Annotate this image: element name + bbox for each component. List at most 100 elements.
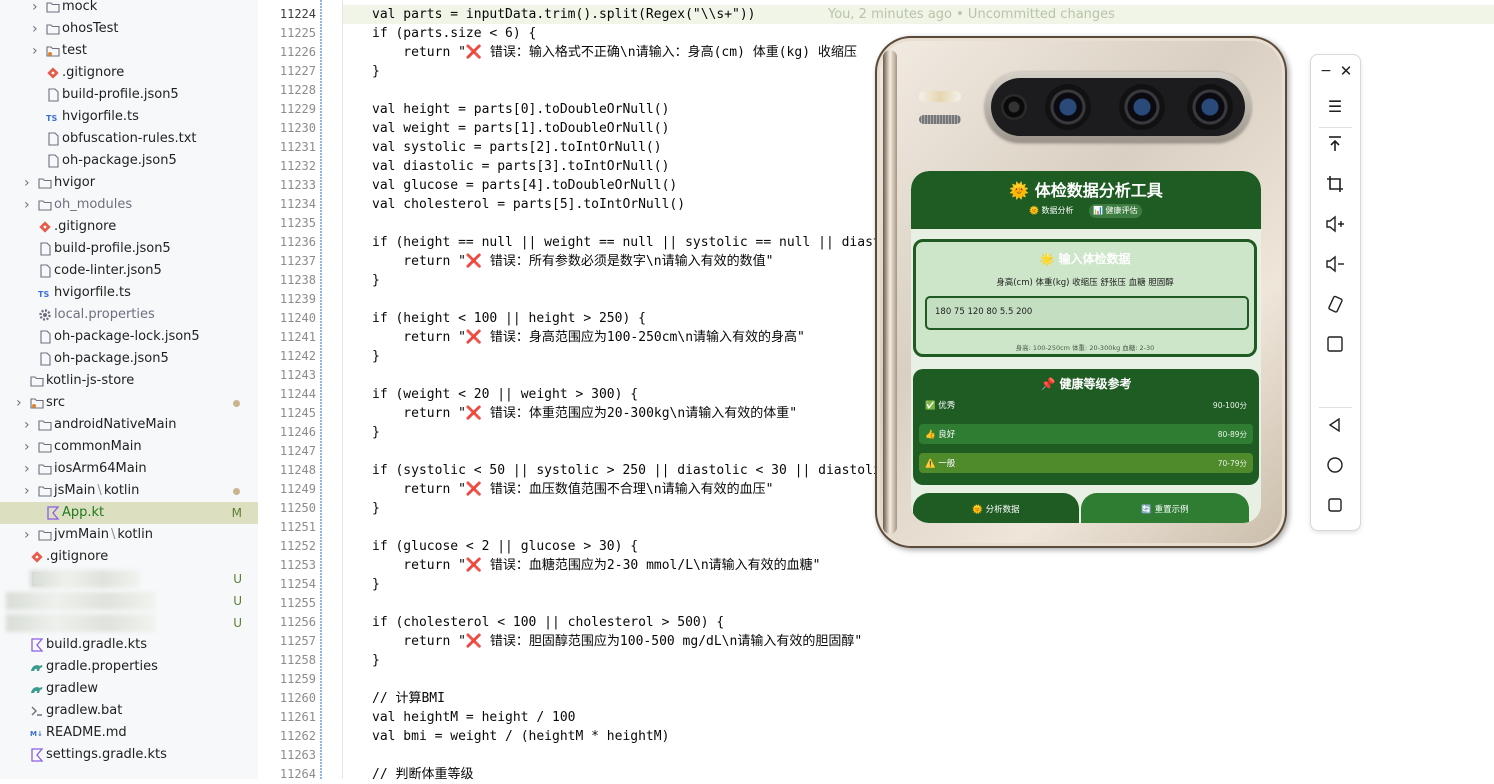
chevron-right-icon[interactable]: › bbox=[24, 414, 30, 436]
tree-item[interactable]: oh-package-lock.json5 bbox=[0, 326, 258, 348]
code-line[interactable]: } bbox=[372, 62, 380, 81]
tree-item[interactable]: › jvmMain \ kotlin bbox=[0, 524, 258, 546]
code-line[interactable]: } bbox=[372, 271, 380, 290]
tree-item[interactable]: › test bbox=[0, 40, 258, 62]
tree-item[interactable]: .gitignore bbox=[0, 216, 258, 238]
tree-item[interactable]: settings.gradle.kts bbox=[0, 744, 258, 766]
code-line[interactable]: } bbox=[372, 347, 380, 366]
fullscreen-icon[interactable] bbox=[1322, 335, 1348, 361]
back-icon[interactable] bbox=[1322, 416, 1348, 442]
code-line[interactable]: val systolic = parts[2].toIntOrNull() bbox=[372, 138, 662, 157]
tree-item[interactable]: kotlin-js-store bbox=[0, 370, 258, 392]
code-line[interactable]: val height = parts[0].toDoubleOrNull() bbox=[372, 100, 669, 119]
tree-item[interactable]: U bbox=[0, 590, 258, 612]
tree-item[interactable]: .gitignore bbox=[0, 546, 258, 568]
tab-data-analysis[interactable]: 🌞 数据分析 bbox=[1025, 204, 1078, 218]
tree-item[interactable]: › ohosTest bbox=[0, 18, 258, 40]
tree-item[interactable]: oh-package.json5 bbox=[0, 150, 258, 172]
folder-test-icon bbox=[46, 44, 60, 58]
tree-item[interactable]: › hvigor bbox=[0, 172, 258, 194]
code-line[interactable]: if (cholesterol < 100 || cholesterol > 5… bbox=[372, 613, 724, 632]
tree-item[interactable]: › iosArm64Main bbox=[0, 458, 258, 480]
code-line[interactable]: return "❌ 错误：胆固醇范围应为100-500 mg/dL\n请输入有效… bbox=[372, 632, 862, 651]
code-line[interactable]: return "❌ 错误：血糖范围应为2-30 mmol/L\n请输入有效的血糖… bbox=[372, 556, 820, 575]
code-line[interactable]: val diastolic = parts[3].toIntOrNull() bbox=[372, 157, 669, 176]
tree-item[interactable]: › oh_modules bbox=[0, 194, 258, 216]
vcs-status-badge: U bbox=[233, 594, 242, 608]
code-line[interactable]: return "❌ 错误：所有参数必须是数字\n请输入有效的数值" bbox=[372, 252, 773, 271]
tree-item[interactable]: › mock bbox=[0, 0, 258, 18]
chevron-right-icon[interactable]: › bbox=[24, 524, 30, 546]
close-icon[interactable]: ✕ bbox=[1333, 58, 1359, 84]
code-line[interactable]: // 计算BMI bbox=[372, 689, 445, 708]
code-line[interactable]: if (weight < 20 || weight > 300) { bbox=[372, 385, 638, 404]
code-line[interactable]: if (parts.size < 6) { bbox=[372, 24, 536, 43]
tree-item[interactable]: build-profile.json5 bbox=[0, 238, 258, 260]
code-line[interactable]: if (height < 100 || height > 250) { bbox=[372, 309, 646, 328]
code-line[interactable]: val bmi = weight / (heightM * heightM) bbox=[372, 727, 669, 746]
file-icon bbox=[38, 352, 52, 366]
code-line[interactable]: return "❌ 错误：血压数值范围不合理\n请输入有效的血压" bbox=[372, 480, 773, 499]
chevron-right-icon[interactable]: › bbox=[24, 436, 30, 458]
tab-health-assessment[interactable]: 📊 健康评估 bbox=[1089, 204, 1142, 218]
volume-up-icon[interactable] bbox=[1322, 215, 1348, 241]
code-line[interactable]: } bbox=[372, 499, 380, 518]
chevron-right-icon[interactable]: › bbox=[32, 40, 38, 62]
tree-item[interactable]: code-linter.json5 bbox=[0, 260, 258, 282]
code-line[interactable]: // 判断体重等级 bbox=[372, 765, 473, 784]
tree-item[interactable]: gradle.properties bbox=[0, 656, 258, 678]
chevron-right-icon[interactable]: › bbox=[32, 18, 38, 40]
code-line[interactable]: val parts = inputData.trim().split(Regex… bbox=[372, 5, 1115, 24]
code-line[interactable]: } bbox=[372, 651, 380, 670]
tree-item-label: gradlew bbox=[46, 681, 99, 696]
home-icon[interactable] bbox=[1322, 456, 1348, 482]
health-data-input[interactable]: 180 75 120 80 5.5 200 bbox=[925, 296, 1249, 330]
code-line[interactable]: val weight = parts[1].toDoubleOrNull() bbox=[372, 119, 669, 138]
volume-down-icon[interactable] bbox=[1322, 255, 1348, 281]
input-card: 🌟 输入体检数据 身高(cm) 体重(kg) 收缩压 舒张压 血糖 胆固醇 18… bbox=[913, 239, 1257, 357]
code-line[interactable]: } bbox=[372, 423, 380, 442]
chevron-right-icon[interactable]: › bbox=[16, 392, 22, 414]
tree-item[interactable]: obfuscation-rules.txt bbox=[0, 128, 258, 150]
code-line[interactable]: } bbox=[372, 575, 380, 594]
code-line[interactable]: val heightM = height / 100 bbox=[372, 708, 576, 727]
chevron-right-icon[interactable]: › bbox=[24, 194, 30, 216]
tree-item[interactable]: oh-package.json5 bbox=[0, 348, 258, 370]
tree-item[interactable]: build-profile.json5 bbox=[0, 84, 258, 106]
reset-example-button[interactable]: 🔄 重置示例 bbox=[1081, 493, 1249, 523]
tree-item[interactable]: local.properties bbox=[0, 304, 258, 326]
menu-icon[interactable]: ☰ bbox=[1322, 94, 1348, 120]
crop-icon[interactable] bbox=[1322, 175, 1348, 201]
code-line[interactable]: val glucose = parts[4].toDoubleOrNull() bbox=[372, 176, 677, 195]
tree-item[interactable]: gradlew bbox=[0, 678, 258, 700]
tree-item[interactable]: › androidNativeMain bbox=[0, 414, 258, 436]
tree-item[interactable]: M↓ README.md bbox=[0, 722, 258, 744]
tree-item[interactable]: › src bbox=[0, 392, 258, 414]
pin-top-icon[interactable] bbox=[1322, 135, 1348, 161]
tree-item[interactable]: U bbox=[0, 612, 258, 634]
code-line[interactable]: return "❌ 错误：输入格式不正确\n请输入：身高(cm) 体重(kg) … bbox=[372, 43, 857, 62]
chevron-right-icon[interactable]: › bbox=[24, 458, 30, 480]
code-line[interactable]: val cholesterol = parts[5].toIntOrNull() bbox=[372, 195, 685, 214]
tree-item[interactable]: App.kt M bbox=[0, 502, 258, 524]
tree-item-label: src bbox=[46, 395, 65, 410]
tree-item[interactable]: U bbox=[0, 568, 258, 590]
code-line[interactable]: if (glucose < 2 || glucose > 30) { bbox=[372, 537, 638, 556]
tree-item[interactable]: gradlew.bat bbox=[0, 700, 258, 722]
file-icon bbox=[38, 242, 52, 256]
recents-icon[interactable] bbox=[1322, 496, 1348, 522]
rotate-icon[interactable] bbox=[1322, 295, 1348, 321]
code-line[interactable]: return "❌ 错误：身高范围应为100-250cm\n请输入有效的身高" bbox=[372, 328, 805, 347]
chevron-right-icon[interactable]: › bbox=[24, 172, 30, 194]
chevron-right-icon[interactable]: › bbox=[32, 0, 38, 18]
tree-item[interactable]: › jsMain \ kotlin bbox=[0, 480, 258, 502]
tree-item[interactable]: build.gradle.kts bbox=[0, 634, 258, 656]
tree-item[interactable]: TS hvigorfile.ts bbox=[0, 282, 258, 304]
tree-item[interactable]: .gitignore bbox=[0, 62, 258, 84]
code-line[interactable]: if (systolic < 50 || systolic > 250 || d… bbox=[372, 461, 881, 480]
chevron-right-icon[interactable]: › bbox=[24, 480, 30, 502]
tree-item[interactable]: › commonMain bbox=[0, 436, 258, 458]
code-line[interactable]: return "❌ 错误：体重范围应为20-300kg\n请输入有效的体重" bbox=[372, 404, 797, 423]
tree-item[interactable]: TS hvigorfile.ts bbox=[0, 106, 258, 128]
analyze-button[interactable]: 🌞 分析数据 bbox=[913, 493, 1079, 523]
